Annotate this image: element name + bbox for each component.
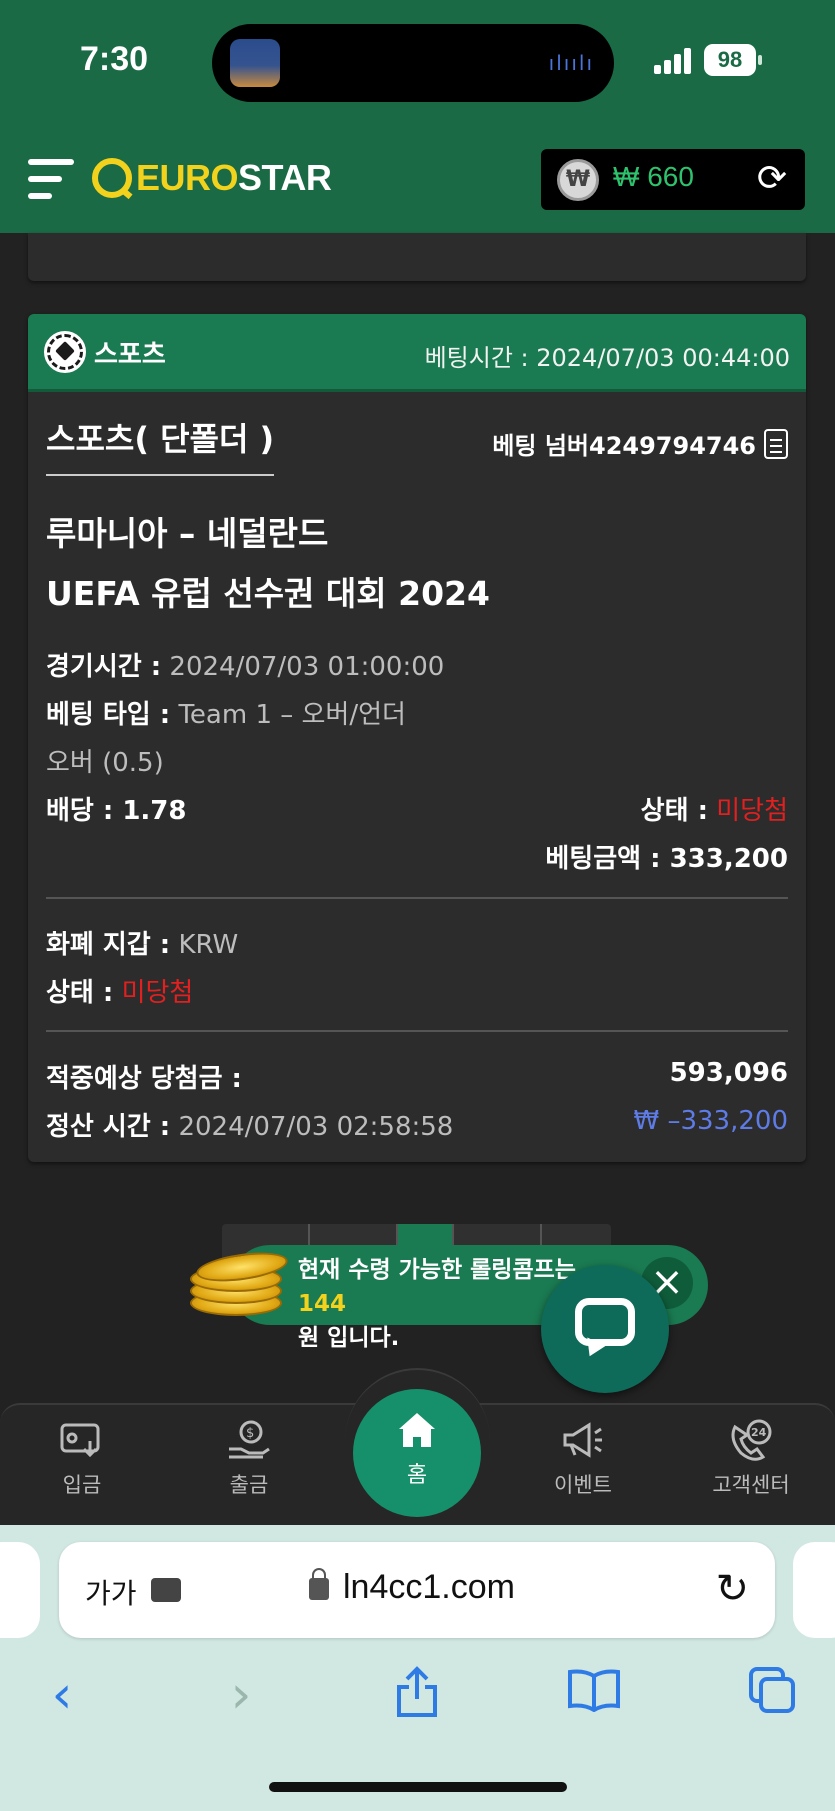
share-icon[interactable] bbox=[387, 1665, 447, 1730]
settle-amount: ₩ –333,200 bbox=[633, 1106, 789, 1136]
support-24-icon: 24 bbox=[729, 1419, 773, 1461]
forward-icon[interactable]: › bbox=[211, 1665, 271, 1725]
toast-line2: 원 입니다. bbox=[298, 1325, 400, 1351]
bet-category: 스포츠 bbox=[94, 340, 166, 370]
eurostar-logo[interactable]: EURO STAR bbox=[92, 155, 332, 201]
settle-row: 정산 시간 : 2024/07/03 02:58:58 bbox=[46, 1106, 453, 1143]
reload-icon[interactable]: ↻ bbox=[715, 1566, 749, 1612]
nav-home[interactable]: 홈 bbox=[353, 1389, 481, 1517]
odds-row: 배당 : 1.78 bbox=[46, 790, 187, 827]
nav-withdraw[interactable]: $ 출금 bbox=[194, 1419, 304, 1499]
expected-win-row: 적중예상 당첨금 : bbox=[46, 1058, 242, 1095]
address-bar[interactable]: 가가 ln4cc1.com ↻ bbox=[59, 1542, 775, 1638]
status-bar: 7:30 ılıılı 98 bbox=[0, 0, 835, 125]
bet-time: 베팅시간 : 2024/07/03 00:44:00 bbox=[424, 344, 790, 372]
expected-win-value-row: 593,096 bbox=[670, 1058, 788, 1088]
app-header: 7:30 ılıılı 98 EURO STAR ₩ ₩ 660 ⟳ bbox=[0, 0, 835, 233]
settle-label: 정산 시간 : bbox=[46, 1112, 171, 1142]
next-tab-pill[interactable] bbox=[793, 1542, 835, 1638]
expected-win-value: 593,096 bbox=[669, 1058, 788, 1088]
deposit-icon bbox=[60, 1419, 104, 1461]
bet-number-text: 베팅 넘버4249794746 bbox=[492, 432, 756, 460]
megaphone-icon bbox=[561, 1419, 605, 1461]
status-row: 상태 : 미당첨 bbox=[641, 790, 788, 827]
url-domain[interactable]: ln4cc1.com bbox=[343, 1568, 515, 1607]
status2-row: 상태 : 미당첨 bbox=[46, 972, 193, 1009]
nav-event[interactable]: 이벤트 bbox=[528, 1419, 638, 1499]
expected-win-label: 적중예상 당첨금 : bbox=[46, 1064, 242, 1094]
cellular-signal-icon bbox=[654, 48, 694, 74]
home-indicator bbox=[269, 1782, 567, 1792]
wallet-row: 화폐 지갑 : KRW bbox=[46, 924, 238, 961]
battery-icon: 98 bbox=[704, 44, 762, 76]
game-time-value: 2024/07/03 01:00:00 bbox=[169, 652, 445, 682]
withdraw-icon: $ bbox=[227, 1419, 271, 1461]
nav-deposit[interactable]: 입금 bbox=[27, 1419, 137, 1499]
bet-card-header: 스포츠 베팅시간 : 2024/07/03 00:44:00 bbox=[28, 314, 806, 392]
nav-event-label: 이벤트 bbox=[554, 1473, 612, 1497]
nav-withdraw-label: 출금 bbox=[229, 1473, 269, 1497]
browser-toolbar: 가가 ln4cc1.com ↻ ‹ › bbox=[0, 1525, 835, 1811]
game-time-label: 경기시간 : bbox=[46, 652, 162, 682]
odds: 배당 : 1.78 bbox=[46, 796, 187, 826]
status2-label: 상태 : bbox=[46, 978, 114, 1008]
divider bbox=[46, 1030, 788, 1032]
settle-amount-row: ₩ –333,200 bbox=[634, 1106, 789, 1136]
status-time: 7:30 bbox=[80, 40, 149, 78]
bet-type-label: 베팅 타입 : bbox=[46, 700, 171, 730]
audio-wave-icon: ılıılı bbox=[548, 51, 594, 75]
won-coin-icon: ₩ bbox=[557, 159, 599, 201]
wallet-value: KRW bbox=[178, 930, 239, 960]
bet-type-value: Team 1 – 오버/언더 bbox=[178, 700, 406, 730]
copy-icon[interactable] bbox=[764, 428, 788, 459]
nav-support[interactable]: 24 고객센터 bbox=[696, 1419, 806, 1499]
toast-line1: 현재 수령 가능한 롤링콤프는 bbox=[298, 1257, 576, 1283]
extension-icon[interactable] bbox=[151, 1578, 181, 1602]
status2-value: 미당첨 bbox=[121, 978, 194, 1008]
chat-icon[interactable] bbox=[541, 1265, 669, 1393]
nav-support-label: 고객센터 bbox=[712, 1473, 790, 1497]
wallet-label: 화폐 지갑 : bbox=[46, 930, 171, 960]
status-value: 미당첨 bbox=[716, 796, 788, 826]
logo-q-icon bbox=[92, 158, 132, 198]
toast-highlight: 144 bbox=[298, 1291, 347, 1317]
text-size-button[interactable]: 가가 bbox=[85, 1572, 137, 1612]
svg-text:24: 24 bbox=[751, 1426, 767, 1439]
soccer-ball-icon bbox=[44, 331, 86, 373]
match-info: 루마니아 – 네덜란드 UEFA 유럽 선수권 대회 2024 bbox=[46, 504, 490, 624]
divider bbox=[46, 897, 788, 899]
bet-pick-row: 오버 (0.5) bbox=[46, 742, 164, 779]
bet-amount-row: 베팅금액 : 333,200 bbox=[545, 838, 788, 875]
dynamic-island: ılıılı bbox=[212, 24, 614, 102]
bet-card: 스포츠 베팅시간 : 2024/07/03 00:44:00 스포츠( 단폴더 … bbox=[28, 314, 806, 1162]
bet-pick: 오버 (0.5) bbox=[46, 748, 164, 778]
game-time-row: 경기시간 : 2024/07/03 01:00:00 bbox=[46, 646, 444, 683]
settle-value: 2024/07/03 02:58:58 bbox=[178, 1112, 454, 1142]
now-playing-thumbnail bbox=[230, 39, 280, 87]
bet-type-row: 베팅 타입 : Team 1 – 오버/언더 bbox=[46, 694, 406, 731]
wallet-balance: ₩ ₩ 660 ⟳ bbox=[541, 149, 805, 210]
lock-icon bbox=[309, 1568, 329, 1600]
logo-euro-text: EURO bbox=[136, 157, 239, 198]
logo-star-text: STAR bbox=[238, 157, 332, 198]
back-icon[interactable]: ‹ bbox=[32, 1665, 92, 1725]
refresh-icon[interactable]: ⟳ bbox=[753, 161, 791, 199]
gold-coins-icon bbox=[190, 1240, 290, 1330]
wallet-amount: ₩ 660 bbox=[613, 161, 694, 192]
svg-text:$: $ bbox=[246, 1426, 254, 1441]
bet-number: 베팅 넘버4249794746 bbox=[492, 426, 788, 461]
nav-home-label: 홈 bbox=[406, 1463, 428, 1488]
bet-amount: 베팅금액 : 333,200 bbox=[545, 844, 788, 874]
previous-tab-pill[interactable] bbox=[0, 1542, 40, 1638]
match-teams: 루마니아 – 네덜란드 bbox=[46, 514, 329, 553]
hamburger-menu-icon[interactable] bbox=[28, 157, 74, 201]
status-label: 상태 : bbox=[640, 796, 708, 826]
league-name: UEFA 유럽 선수권 대회 2024 bbox=[46, 574, 490, 613]
home-icon bbox=[399, 1413, 435, 1447]
bet-type-title: 스포츠( 단폴더 ) bbox=[46, 414, 275, 476]
bookmarks-icon[interactable] bbox=[564, 1665, 624, 1725]
nav-deposit-label: 입금 bbox=[62, 1473, 102, 1497]
previous-bet-card bbox=[28, 233, 806, 281]
tabs-icon[interactable] bbox=[742, 1665, 802, 1726]
